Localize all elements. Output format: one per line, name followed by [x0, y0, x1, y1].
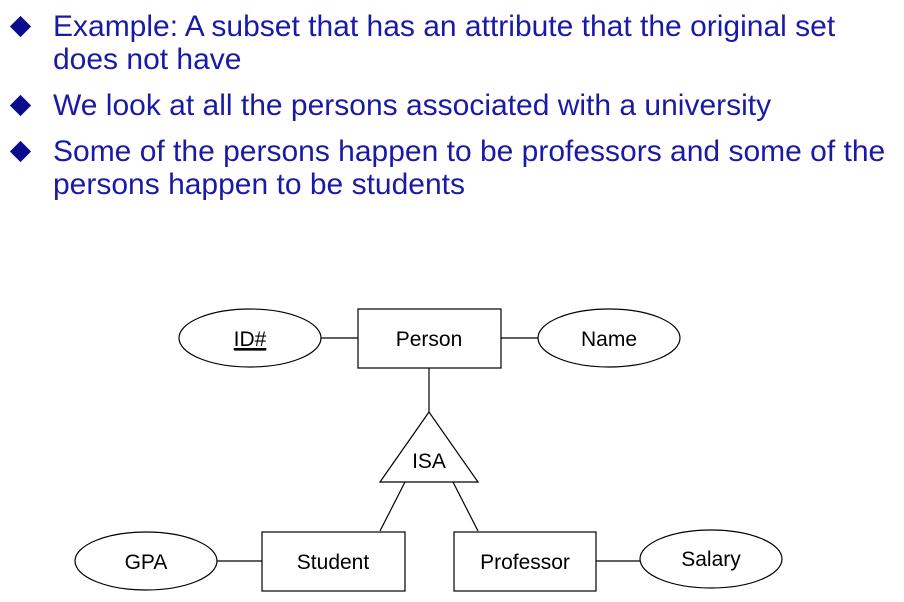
salary-label: Salary [681, 548, 741, 571]
person-label: Person [396, 328, 463, 351]
isa-professor-link [452, 481, 479, 532]
name-label: Name [581, 328, 637, 351]
student-label: Student [297, 551, 370, 574]
professor-label: Professor [480, 551, 570, 574]
id-label: ID# [234, 328, 267, 351]
isa-label: ISA [412, 450, 446, 473]
isa-student-link [379, 481, 406, 532]
er-diagram: Person ID# Name ISA Student Professor GP… [74, 308, 783, 592]
gpa-label: GPA [125, 551, 168, 574]
